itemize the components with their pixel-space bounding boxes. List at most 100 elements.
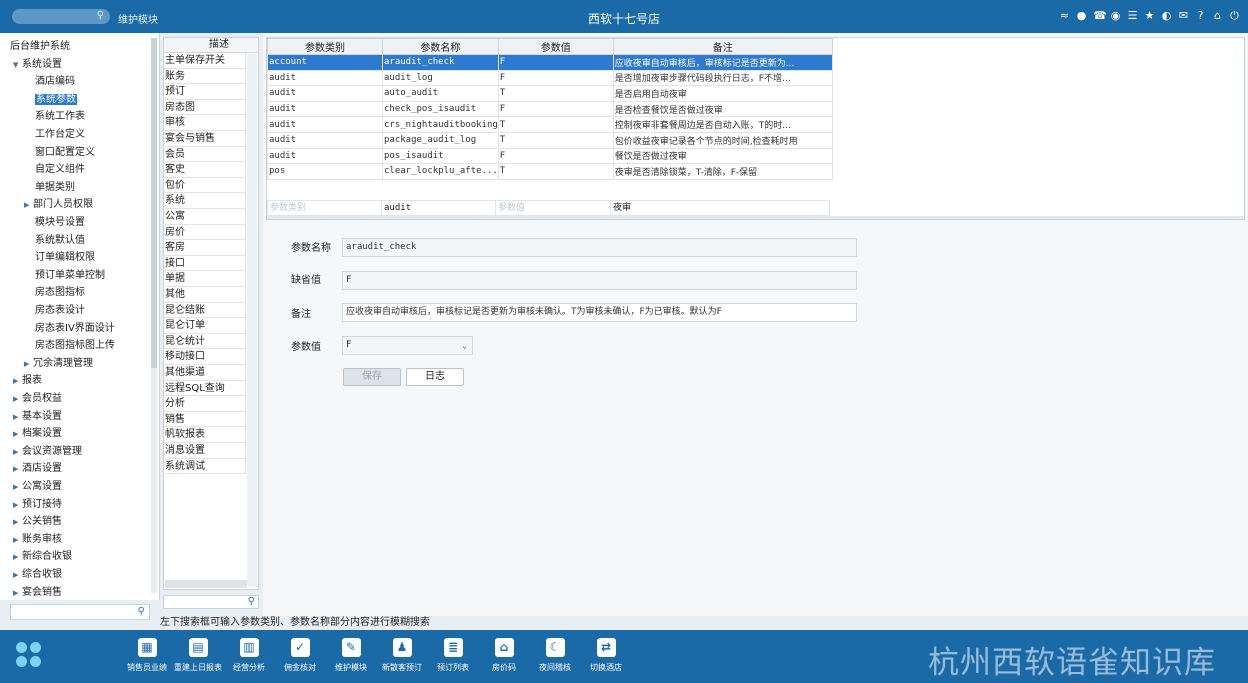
table-cell[interactable]: T [497,163,614,180]
chart-icon[interactable]: ▦ [137,638,157,657]
dock-item[interactable]: ≣ 预订列表 [427,638,479,678]
caret-right-icon[interactable]: ▶ [13,392,22,406]
caret-right-icon[interactable]: ▶ [13,480,22,494]
tree-item[interactable]: 订单编辑权限 [35,251,95,265]
category-item[interactable]: 会员 [164,146,246,163]
tree-item[interactable]: ▶ 账务审核 [13,533,62,547]
category-item[interactable]: 分析 [164,396,246,412]
caret-right-icon[interactable]: ▶ [24,198,33,212]
caret-right-icon[interactable]: ▶ [24,357,33,371]
table-row[interactable]: pos clear_lockplu_afte... T 夜审是否清除锁菜，T-清除，F… [267,163,833,180]
tree-item[interactable]: ▼ 系统设置 [13,58,62,72]
tree-item[interactable]: ▶ 预订接待 [13,498,62,512]
save-button[interactable]: 保存 [343,368,401,386]
tree-item[interactable]: 系统工作表 [35,110,85,124]
caret-right-icon[interactable]: ▶ [13,445,22,459]
dock-item[interactable]: ▥ 经营分析 [223,638,275,678]
caret-right-icon[interactable]: ▶ [13,374,22,388]
category-item[interactable]: 销售 [164,411,246,428]
palette-icon[interactable]: ◉ [1110,9,1121,22]
wifi-icon[interactable]: ≈ [1059,9,1070,22]
dock-item[interactable]: ♟ 新散客预订 [376,638,428,678]
tree-item[interactable]: ▶ 新综合收银 [13,550,72,564]
tree-scrollbar[interactable] [151,38,157,593]
table-cell[interactable]: crs_nightauditbooking [382,116,499,133]
table-cell[interactable]: araudit_check [382,54,499,71]
tree-item[interactable]: 系统默认值 [35,234,85,248]
table-cell[interactable]: pos_isaudit [382,147,499,165]
column-header[interactable]: 备注 [612,38,833,55]
category-scrollbar[interactable] [247,54,257,587]
help-icon[interactable]: ? [1195,9,1206,22]
remark-field[interactable]: 应收夜审自动审核后，审核标记是否更新为审核未确认。T为审核未确认，F为已审核。默… [342,303,857,322]
caret-right-icon[interactable]: ▶ [13,550,22,564]
caret-right-icon[interactable]: ▶ [13,427,22,441]
tree-item[interactable]: 后台维护系统 [10,40,70,54]
column-header[interactable]: 参数值 [497,38,614,55]
table-cell[interactable]: audit [267,147,383,165]
table-row[interactable]: audit auto_audit T 是否启用自动夜审 [267,85,833,102]
moon-icon[interactable]: ☾ [545,638,565,657]
app-logo-icon[interactable] [16,642,42,668]
category-item[interactable]: 远程SQL查询 [164,380,246,397]
table-cell[interactable]: F [497,100,614,118]
table-cell[interactable]: check_pos_isaudit [382,100,499,118]
check-icon[interactable]: ✓ [290,638,310,657]
table-cell[interactable]: audit_log [382,69,499,87]
tree-item[interactable]: ▶ 档案设置 [13,427,62,441]
tree-item[interactable]: 预订单菜单控制 [35,269,105,283]
category-item[interactable]: 昆仑结账 [164,302,246,319]
param-value-select[interactable]: F ⌄ [342,336,473,355]
table-cell[interactable]: 餐饮是否做过夜审 [612,147,833,165]
table-cell[interactable]: T [497,116,614,133]
category-item[interactable]: 单据 [164,271,246,287]
category-item[interactable]: 包价 [164,177,246,194]
document-icon[interactable]: ▤ [188,638,208,657]
table-row[interactable]: audit check_pos_isaudit F 是否检查餐饮是否做过夜审 [267,100,833,118]
value-filter-input[interactable]: 参数值 [495,200,611,216]
tree-item[interactable]: 房态图指标图上传 [35,339,115,353]
caret-right-icon[interactable]: ▶ [13,515,22,529]
table-cell[interactable]: 是否启用自动夜审 [612,85,833,102]
category-hscrollbar[interactable] [165,580,247,588]
dock-item[interactable]: ▦ 销售员业绩 [121,638,173,678]
category-item[interactable]: 系统调试 [164,458,246,475]
caret-right-icon[interactable]: ▶ [13,462,22,476]
grid-hscrollbar[interactable] [267,216,1244,219]
home-icon[interactable]: ⌂ [1212,9,1223,22]
name-filter-input[interactable]: audit [381,200,496,216]
bar-chart-icon[interactable]: ▥ [239,638,259,657]
table-cell[interactable]: audit [267,131,383,149]
table-cell[interactable]: 应收夜审自动审核后，审核标记是否更新为... [612,54,833,71]
table-cell[interactable]: clear_lockplu_afte... [382,163,499,180]
category-item[interactable]: 审核 [164,115,246,131]
table-row[interactable]: account araudit_check F 应收夜审自动审核后，审核标记是否更新为… [267,54,833,71]
log-button[interactable]: 日志 [406,368,464,386]
param-name-field[interactable]: araudit_check [342,238,857,257]
table-row[interactable]: audit package_audit_log T 包价收益夜审记录各个节点的时间,检… [267,131,833,149]
tree-item[interactable]: ▶ 冗余清理管理 [24,357,93,371]
dock-item[interactable]: ✎ 维护模块 [325,638,377,678]
category-item[interactable]: 昆仑订单 [164,318,246,334]
menu-icon[interactable]: ☰ [1127,9,1138,22]
table-row[interactable]: audit audit_log F 是否增加夜审步骤代码段执行日志，F不增... [267,69,833,87]
table-cell[interactable]: 夜审是否清除锁菜，T-清除，F-保留 [612,163,833,180]
category-item[interactable]: 帆软报表 [164,427,246,443]
category-item[interactable]: 账务 [164,68,246,85]
dock-item[interactable]: ☾ 夜间稽核 [529,638,581,678]
table-cell[interactable]: audit [267,85,383,102]
table-cell[interactable]: 是否检查餐饮是否做过夜审 [612,100,833,118]
tree-item[interactable]: 工作台定义 [35,128,85,142]
table-row[interactable]: audit pos_isaudit F 餐饮是否做过夜审 [267,147,833,165]
category-item[interactable]: 消息设置 [164,443,246,459]
caret-down-icon[interactable]: ▼ [13,58,22,72]
tree-scrollbar-thumb[interactable] [151,38,157,368]
category-item[interactable]: 昆仑统计 [164,333,246,350]
chevron-down-icon[interactable]: ⌄ [462,337,467,354]
phone-icon[interactable]: ☎ [1093,9,1107,22]
category-item[interactable]: 接口 [164,255,246,272]
table-cell[interactable]: account [267,54,383,71]
tree-item[interactable]: ▶ 宴会销售 [13,586,62,600]
category-item[interactable]: 系统 [164,193,246,209]
dock-item[interactable]: ✓ 佣金核对 [274,638,326,678]
